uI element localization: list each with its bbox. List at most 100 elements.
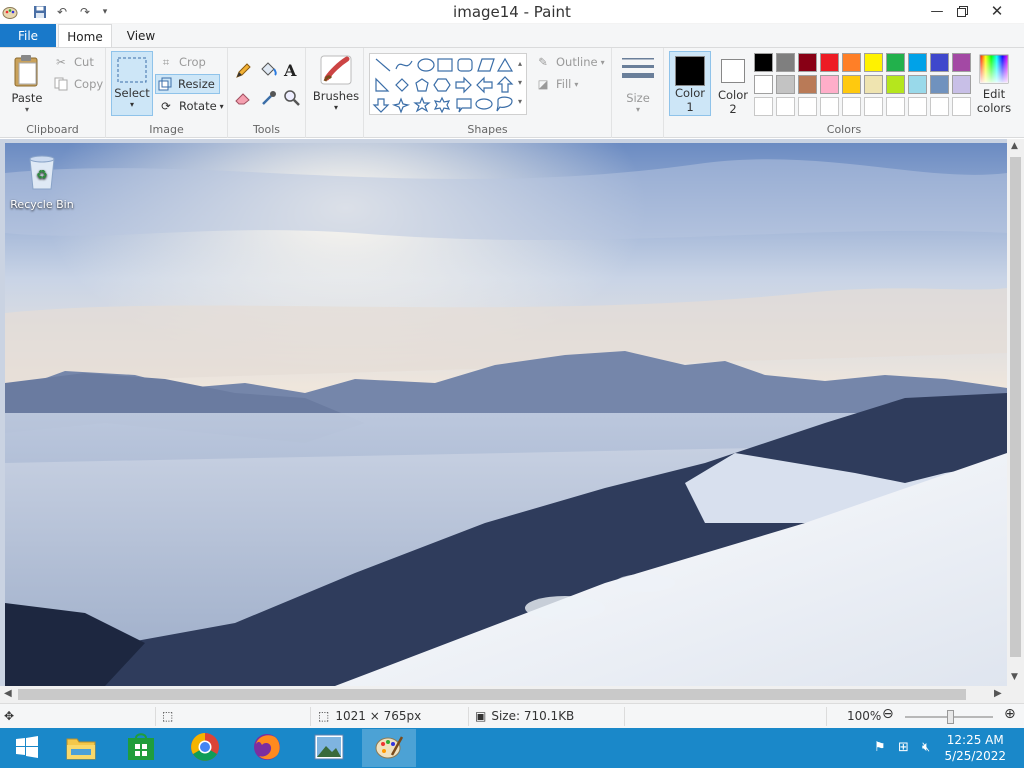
palette-color-swatch[interactable] [754, 75, 773, 94]
palette-color-swatch[interactable] [798, 75, 817, 94]
custom-color-slot[interactable] [930, 97, 949, 116]
custom-color-slot[interactable] [864, 97, 883, 116]
shapes-gallery[interactable] [369, 53, 527, 115]
zoom-slider-thumb[interactable] [947, 710, 954, 724]
scroll-up-icon[interactable]: ▲ [1011, 141, 1018, 151]
palette-color-swatch[interactable] [864, 53, 883, 72]
horizontal-scrollbar[interactable]: ◀ ▶ [0, 686, 1024, 703]
firefox-icon [252, 732, 282, 765]
custom-color-slot[interactable] [754, 97, 773, 116]
palette-color-swatch[interactable] [886, 53, 905, 72]
system-clock[interactable]: 12:25 AM 5/25/2022 [944, 732, 1006, 764]
color1-button[interactable]: Color 1 [669, 51, 711, 116]
fill-button[interactable]: ◪ Fill ▾ [534, 74, 579, 94]
cut-label: Cut [74, 55, 94, 69]
zoom-slider[interactable] [905, 710, 993, 724]
size-button[interactable]: Size ▾ [618, 56, 658, 114]
volume-muted-icon[interactable]: 🔇︎ [922, 740, 930, 755]
palette-color-swatch[interactable] [886, 75, 905, 94]
line-size-icon [621, 56, 655, 87]
taskbar-chrome[interactable] [178, 729, 232, 767]
palette-color-swatch[interactable] [864, 75, 883, 94]
svg-text:♻: ♻ [36, 168, 48, 183]
palette-color-swatch[interactable] [908, 75, 927, 94]
taskbar-file-explorer[interactable] [54, 729, 108, 767]
resize-label: Resize [178, 77, 215, 91]
image-group-label: Image [149, 123, 184, 136]
palette-color-swatch[interactable] [930, 75, 949, 94]
eraser-icon[interactable] [234, 90, 252, 109]
close-button[interactable]: ✕ [980, 0, 1014, 22]
scroll-right-icon[interactable]: ▶ [994, 688, 1002, 699]
zoom-level: 100% [847, 709, 882, 723]
palette-color-swatch[interactable] [842, 53, 861, 72]
custom-color-slot[interactable] [776, 97, 795, 116]
color-picker-icon[interactable] [260, 89, 278, 110]
scroll-left-icon[interactable]: ◀ [4, 688, 12, 699]
custom-color-slot[interactable] [952, 97, 971, 116]
custom-color-slot[interactable] [842, 97, 861, 116]
start-button[interactable] [0, 729, 54, 767]
dimensions-icon: ⬚ [318, 709, 330, 723]
custom-color-slot[interactable] [886, 97, 905, 116]
taskbar-firefox[interactable] [240, 729, 294, 767]
text-tool-icon[interactable]: A [284, 61, 296, 80]
taskbar-paint[interactable] [362, 729, 416, 767]
taskbar-photos[interactable] [302, 729, 356, 767]
select-rectangle-icon [117, 57, 147, 86]
magnifier-icon[interactable] [283, 89, 301, 110]
paste-label: Paste [11, 91, 43, 105]
zoom-out-icon[interactable]: ⊖ [882, 706, 894, 722]
fill-bucket-icon[interactable] [258, 61, 278, 82]
network-icon[interactable]: ⊞ [898, 740, 909, 755]
photos-icon [314, 734, 344, 763]
zoom-in-icon[interactable]: ⊕ [1004, 706, 1016, 722]
palette-color-swatch[interactable] [952, 53, 971, 72]
palette-color-swatch[interactable] [776, 53, 795, 72]
vertical-scroll-thumb[interactable] [1010, 157, 1021, 657]
maximize-button[interactable] [945, 0, 979, 22]
colors-group: Color 1 Color 2 Edit colors Colors [664, 48, 1024, 138]
cut-button[interactable]: ✂ Cut [52, 52, 94, 72]
recycle-bin-desktop-icon[interactable]: ♻ Recycle Bin [10, 151, 74, 211]
brushes-button[interactable]: Brushes ▾ [313, 54, 359, 112]
copy-button[interactable]: Copy [52, 74, 103, 94]
palette-color-swatch[interactable] [798, 53, 817, 72]
palette-color-swatch[interactable] [820, 53, 839, 72]
select-button[interactable]: Select ▾ [111, 51, 153, 116]
custom-color-slot[interactable] [798, 97, 817, 116]
canvas-image[interactable] [5, 143, 1007, 686]
pencil-icon[interactable] [234, 62, 252, 83]
select-dropdown-icon: ▾ [129, 100, 134, 109]
crop-button[interactable]: ⌗ Crop [157, 52, 206, 72]
palette-color-swatch[interactable] [842, 75, 861, 94]
vertical-scrollbar[interactable]: ▲ ▼ [1007, 139, 1024, 686]
custom-color-slot[interactable] [908, 97, 927, 116]
colors-group-label: Colors [826, 123, 862, 136]
palette-color-swatch[interactable] [952, 75, 971, 94]
palette-color-swatch[interactable] [908, 53, 927, 72]
tab-home[interactable]: Home [58, 24, 112, 48]
action-center-flag-icon[interactable]: ⚑ [874, 740, 886, 755]
scroll-down-icon[interactable]: ▼ [1011, 672, 1018, 682]
mountain-landscape-image [5, 143, 1007, 686]
palette-color-swatch[interactable] [776, 75, 795, 94]
rotate-button[interactable]: ⟳ Rotate ▾ [157, 96, 224, 116]
edit-colors-button[interactable]: Edit colors [974, 54, 1014, 115]
outline-button[interactable]: ✎ Outline ▾ [534, 52, 604, 72]
outline-icon: ✎ [538, 55, 548, 69]
resize-button[interactable]: Resize [155, 74, 220, 94]
palette-color-swatch[interactable] [820, 75, 839, 94]
custom-color-slot[interactable] [820, 97, 839, 116]
tab-view[interactable]: View [116, 24, 166, 48]
store-bag-icon [126, 732, 156, 765]
horizontal-scroll-thumb[interactable] [18, 689, 966, 700]
shapes-scroll-controls[interactable]: ▴ ▾ ▾ [514, 54, 526, 114]
brushes-dropdown-icon: ▾ [333, 103, 338, 112]
tab-file[interactable]: File [0, 24, 56, 48]
taskbar-store[interactable] [114, 729, 168, 767]
palette-color-swatch[interactable] [754, 53, 773, 72]
color2-button[interactable]: Color 2 [712, 51, 754, 116]
palette-color-swatch[interactable] [930, 53, 949, 72]
paste-button[interactable]: Paste ▾ [8, 54, 46, 114]
